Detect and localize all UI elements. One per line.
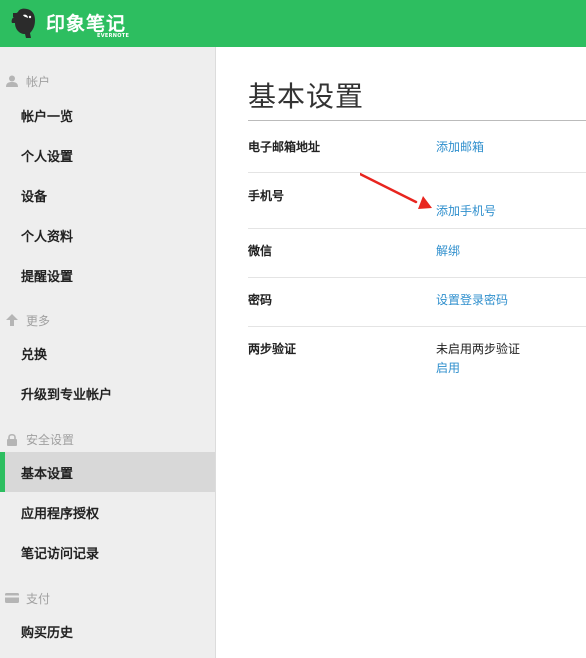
sidebar-item-label: 提醒设置 <box>21 269 74 285</box>
logo-subtext: EVERNOTE <box>97 33 130 39</box>
logo-text: 印象笔记 <box>46 13 127 35</box>
sidebar-item-label: 兑换 <box>21 347 48 363</box>
sidebar-item-label: 笔记访问记录 <box>21 546 100 562</box>
credit-card-icon <box>5 591 19 605</box>
sidebar-item-purchase-history[interactable]: 购买历史 <box>0 611 215 651</box>
sidebar-item-upgrade-pro[interactable]: 升级到专业帐户 <box>0 373 215 413</box>
row-divider <box>248 228 586 229</box>
add-email-link[interactable]: 添加邮箱 <box>436 138 484 155</box>
sidebar-section-security: 安全设置 <box>0 427 74 451</box>
sidebar-item-basic-settings[interactable]: 基本设置 <box>0 452 215 492</box>
sidebar-item-reminders[interactable]: 提醒设置 <box>0 255 215 295</box>
add-phone-link[interactable]: 添加手机号 <box>436 202 496 219</box>
sidebar-section-more: 更多 <box>0 308 50 332</box>
sidebar-item-label: 设备 <box>21 189 48 205</box>
sidebar-item-app-authorization[interactable]: 应用程序授权 <box>0 492 215 532</box>
phone-label: 手机号 <box>248 189 285 203</box>
set-password-link[interactable]: 设置登录密码 <box>436 291 508 308</box>
sidebar-item-label: 升级到专业帐户 <box>21 387 113 403</box>
main-content: 基本设置 电子邮箱地址 添加邮箱 手机号 添加手机号 微信 解绑 密码 设置登录… <box>216 47 586 658</box>
sidebar-section-account: 帐户 <box>0 69 50 93</box>
sidebar-item-label: 个人设置 <box>21 149 74 165</box>
sidebar-section-label: 安全设置 <box>26 432 75 447</box>
wechat-label: 微信 <box>248 244 273 258</box>
sidebar-item-profile[interactable]: 个人资料 <box>0 215 215 255</box>
row-divider <box>248 277 586 278</box>
sidebar-item-label: 个人资料 <box>21 229 74 245</box>
logo[interactable]: 印象笔记 EVERNOTE <box>10 6 129 42</box>
sidebar-item-personal-settings[interactable]: 个人设置 <box>0 135 215 175</box>
sidebar-section-label: 更多 <box>26 313 51 328</box>
sidebar-section-label: 支付 <box>26 591 51 606</box>
annotation-arrow-icon <box>360 172 432 209</box>
sidebar-item-label: 购买历史 <box>21 625 74 641</box>
lock-icon <box>5 432 19 446</box>
sidebar-item-note-access-log[interactable]: 笔记访问记录 <box>0 532 215 572</box>
top-bar: 印象笔记 EVERNOTE <box>0 0 586 47</box>
sidebar-section-payment: 支付 <box>0 586 50 610</box>
row-divider <box>248 326 586 327</box>
sidebar-item-redeem[interactable]: 兑换 <box>0 333 215 373</box>
sidebar-item-devices[interactable]: 设备 <box>0 175 215 215</box>
two-step-status: 未启用两步验证 <box>436 342 521 356</box>
sidebar: 帐户 帐户一览 个人设置 设备 个人资料 提醒设置 更多 兑换 升级到专业帐户 … <box>0 47 216 658</box>
unbind-wechat-link[interactable]: 解绑 <box>436 242 460 259</box>
elephant-logo-icon <box>11 8 35 38</box>
sidebar-section-label: 帐户 <box>26 74 51 89</box>
email-label: 电子邮箱地址 <box>248 140 321 154</box>
page-title: 基本设置 <box>248 80 365 113</box>
sidebar-item-label: 帐户一览 <box>21 109 74 125</box>
sidebar-item-label: 应用程序授权 <box>21 506 100 522</box>
arrow-up-icon <box>5 313 19 327</box>
password-label: 密码 <box>248 293 273 307</box>
sidebar-item-account-overview[interactable]: 帐户一览 <box>0 95 215 135</box>
enable-two-step-link[interactable]: 启用 <box>436 359 460 376</box>
two-step-label: 两步验证 <box>248 342 297 356</box>
title-divider <box>248 120 586 121</box>
sidebar-item-label: 基本设置 <box>21 466 74 482</box>
user-icon <box>5 74 19 88</box>
